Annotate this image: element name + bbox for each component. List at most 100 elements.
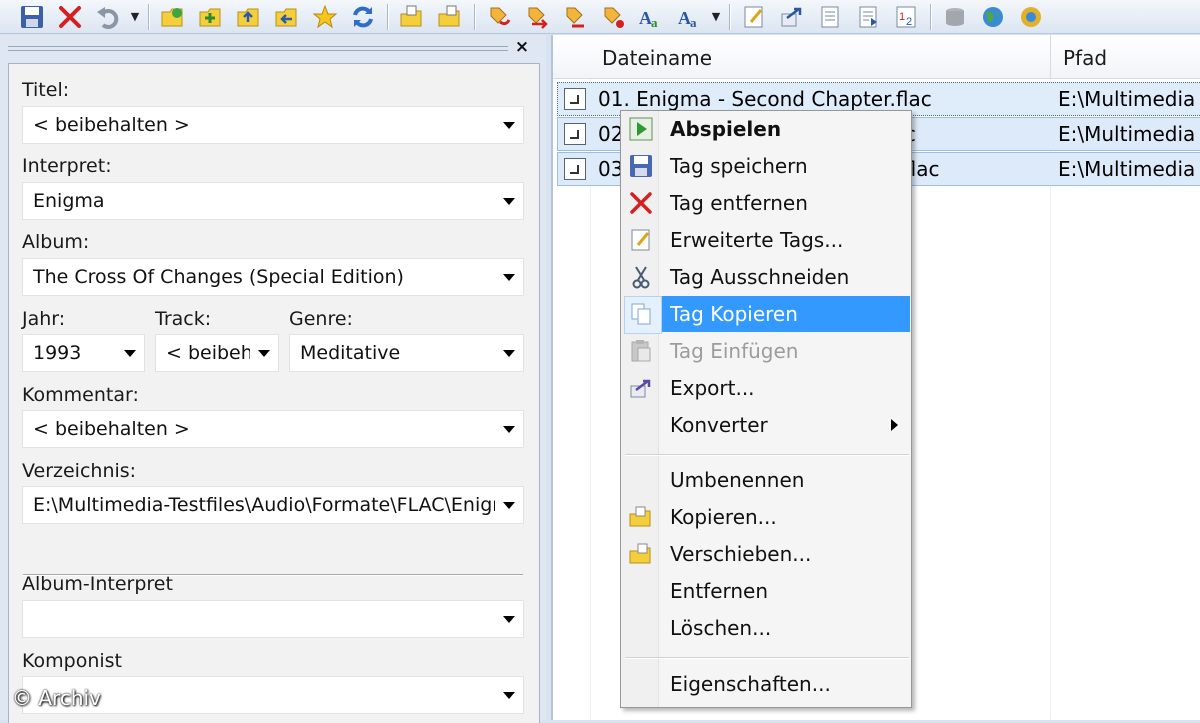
menu-item-label: Verschieben...	[670, 542, 812, 566]
album-combo[interactable]: The Cross Of Changes (Special Edition)	[22, 258, 524, 296]
album-artist-combo[interactable]	[22, 600, 524, 638]
menu-item-label: Eigenschaften...	[670, 672, 831, 696]
refresh-icon[interactable]	[345, 2, 381, 32]
menu-item-extended-tags[interactable]: Erweiterte Tags...	[624, 222, 910, 258]
comment-value: < beibehalten >	[33, 418, 190, 440]
genre-combo[interactable]: Meditative	[289, 334, 524, 372]
directory-combo[interactable]: E:\Multimedia-Testfiles\Audio\Formate\FL…	[22, 486, 524, 524]
menu-item-move-file[interactable]: Verschieben...	[624, 536, 910, 572]
menu-item-properties[interactable]: Eigenschaften...	[624, 666, 910, 702]
artist-label: Interpret:	[22, 155, 112, 177]
menu-item-play[interactable]: Abspielen	[624, 111, 910, 147]
open-folder-icon[interactable]	[155, 2, 191, 32]
genre-label: Genre:	[289, 308, 353, 330]
chevron-down-icon[interactable]	[495, 259, 523, 295]
menu-item-rename[interactable]: Umbenennen	[624, 462, 910, 498]
replace-dropdown-icon[interactable]: ▼	[709, 2, 723, 32]
delete-icon[interactable]	[52, 2, 88, 32]
chevron-down-icon[interactable]	[495, 107, 523, 143]
text-file-icon[interactable]	[850, 2, 886, 32]
folder-up-icon[interactable]	[231, 2, 267, 32]
save-icon[interactable]	[14, 2, 50, 32]
playlist-icon[interactable]	[812, 2, 848, 32]
toolbar: ▼ Aa Aa ▼ 1 2	[0, 0, 1200, 34]
cut-icon	[632, 266, 650, 289]
paste-icon	[631, 340, 651, 362]
tag-from-list-icon[interactable]	[595, 2, 631, 32]
menu-item-cut-tag[interactable]: Tag Ausschneiden	[624, 259, 910, 295]
play-icon	[629, 117, 653, 141]
menu-item-converter[interactable]: Konverter	[624, 407, 910, 443]
move-folder-icon	[629, 543, 651, 564]
menu-item-paste-tag[interactable]: Tag Einfügen	[624, 333, 910, 369]
tag-from-tag-icon[interactable]	[557, 2, 593, 32]
case-conversion-icon[interactable]: Aa	[633, 2, 669, 32]
year-combo[interactable]: 1993	[22, 334, 145, 372]
export-icon[interactable]	[774, 2, 810, 32]
menu-item-label: Löschen...	[670, 616, 772, 640]
copy-folder-icon	[629, 506, 651, 527]
folder-back-icon[interactable]	[269, 2, 305, 32]
move-to-folder-icon[interactable]	[432, 2, 468, 32]
toolbar-separator	[930, 3, 931, 30]
menu-item-remove-tag[interactable]: Tag entfernen	[624, 185, 910, 221]
chevron-down-icon[interactable]	[250, 335, 278, 371]
chevron-down-icon[interactable]	[495, 487, 523, 523]
filename-from-tag-icon[interactable]	[519, 2, 555, 32]
panel-close-icon[interactable]: ×	[513, 38, 531, 56]
copy-icon	[631, 303, 651, 325]
menu-item-label: Erweiterte Tags...	[670, 228, 844, 252]
artist-value: Enigma	[33, 190, 105, 212]
menu-item-copy-file[interactable]: Kopieren...	[624, 499, 910, 535]
copy-to-folder-icon[interactable]	[394, 2, 430, 32]
artist-combo[interactable]: Enigma	[22, 182, 524, 220]
menu-item-remove-file[interactable]: Entfernen	[624, 573, 910, 609]
svg-text:1: 1	[899, 11, 905, 23]
favorite-star-icon[interactable]	[307, 2, 343, 32]
album-value: The Cross Of Changes (Special Edition)	[33, 266, 404, 288]
chevron-down-icon[interactable]	[495, 601, 523, 637]
database-icon[interactable]	[937, 2, 973, 32]
undo-dropdown-icon[interactable]: ▼	[128, 2, 142, 32]
menu-item-export[interactable]: Export...	[624, 370, 910, 406]
extended-tags-icon[interactable]	[736, 2, 772, 32]
svg-text:a: a	[651, 15, 658, 30]
track-combo[interactable]: < beibeh	[155, 334, 279, 372]
autonumber-icon[interactable]: 12	[888, 2, 924, 32]
svg-text:2: 2	[906, 16, 912, 28]
text-replace-icon[interactable]: Aa	[671, 2, 707, 32]
context-menu: Abspielen Tag speichern Tag entfernen Er…	[620, 110, 912, 708]
menu-separator	[625, 657, 909, 659]
toolbar-separator	[387, 3, 388, 30]
web-sources-icon[interactable]	[975, 2, 1011, 32]
column-filename[interactable]: Dateiname	[590, 35, 1051, 79]
panel-drag-handle[interactable]	[8, 46, 508, 51]
column-path[interactable]: Pfad	[1051, 35, 1200, 79]
save-icon	[630, 155, 652, 177]
undo-icon[interactable]	[90, 2, 126, 32]
chevron-down-icon[interactable]	[495, 183, 523, 219]
tag-from-filename-icon[interactable]	[481, 2, 517, 32]
chevron-down-icon[interactable]	[495, 411, 523, 447]
toolbar-separator	[148, 3, 149, 30]
menu-item-label: Tag Kopieren	[662, 296, 910, 332]
panel-header: ×	[0, 35, 546, 61]
svg-text:a: a	[690, 15, 697, 30]
file-list-header: Dateiname Pfad	[553, 35, 1200, 79]
chevron-down-icon[interactable]	[495, 677, 523, 713]
submenu-arrow-icon	[891, 419, 898, 431]
chevron-down-icon[interactable]	[116, 335, 144, 371]
menu-item-delete-file[interactable]: Löschen...	[624, 610, 910, 646]
menu-item-save-tag[interactable]: Tag speichern	[624, 148, 910, 184]
menu-item-label: Konverter	[670, 413, 768, 437]
title-combo[interactable]: < beibehalten >	[22, 106, 524, 144]
audio-file-icon	[564, 158, 586, 180]
chevron-down-icon[interactable]	[495, 335, 523, 371]
menu-item-copy-tag[interactable]: Tag Kopieren	[624, 296, 910, 334]
directory-value: E:\Multimedia-Testfiles\Audio\Formate\FL…	[33, 494, 523, 516]
toolbar-separator	[474, 3, 475, 30]
toolbar-separator	[729, 3, 730, 30]
more-icon[interactable]	[1013, 2, 1049, 32]
add-folder-icon[interactable]	[193, 2, 229, 32]
comment-combo[interactable]: < beibehalten >	[22, 410, 524, 448]
